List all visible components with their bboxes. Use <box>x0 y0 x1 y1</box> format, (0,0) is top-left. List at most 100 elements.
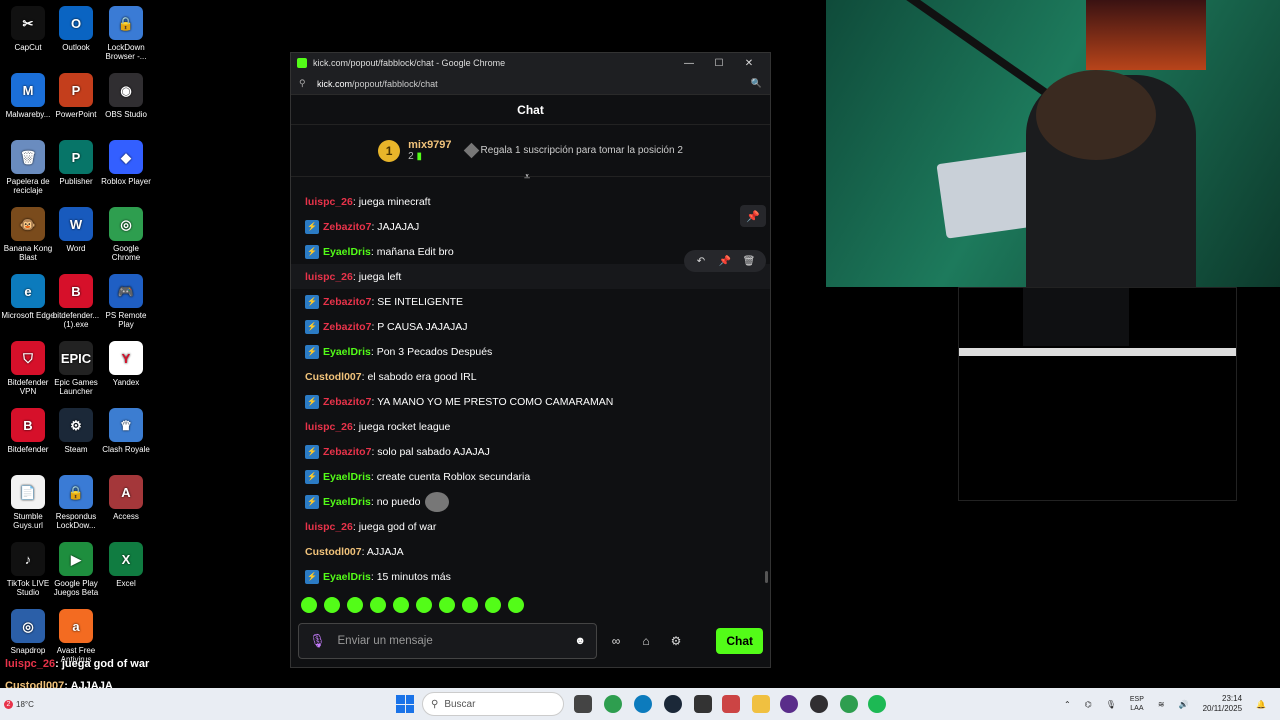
emote-icon[interactable] <box>324 597 340 613</box>
desktop-icon[interactable]: 🎮 PS Remote Play <box>98 274 154 329</box>
taskbar-search[interactable]: ⚲ Buscar <box>422 692 564 716</box>
chrome-icon[interactable] <box>604 695 622 713</box>
desktop-icon[interactable]: ⚙ Steam <box>48 408 104 454</box>
volume-icon[interactable]: 🔊 <box>1179 700 1189 709</box>
zoom-icon[interactable]: 🔍 <box>751 78 762 89</box>
chat-message[interactable]: ⚡ EyaelDris: 15 minutos más <box>291 564 770 589</box>
app-icon[interactable] <box>722 695 740 713</box>
file-explorer-icon[interactable] <box>752 695 770 713</box>
chat-username[interactable]: Zebazito7 <box>323 296 371 308</box>
desktop-icon[interactable]: ◎ Google Chrome <box>98 207 154 262</box>
desktop-icon[interactable]: X Excel <box>98 542 154 588</box>
emote-icon[interactable] <box>370 597 386 613</box>
desktop-icon[interactable]: W Word <box>48 207 104 253</box>
chat-username[interactable]: EyaelDris <box>323 571 371 583</box>
chat-username[interactable]: EyaelDris <box>323 471 371 483</box>
desktop-icon[interactable]: P PowerPoint <box>48 73 104 119</box>
weather-widget[interactable]: 2 18°C <box>4 699 34 709</box>
message-placeholder[interactable]: Enviar un mensaje <box>338 635 575 647</box>
chat-message[interactable]: ⚡ Zebazito7: YA MANO YO ME PRESTO COMO CA… <box>291 389 770 414</box>
scrollbar[interactable] <box>765 571 768 583</box>
desktop-icon[interactable]: ◉ OBS Studio <box>98 73 154 119</box>
send-chat-button[interactable]: Chat <box>716 628 763 654</box>
task-view-icon[interactable] <box>574 695 592 713</box>
leader-username[interactable]: mix9797 <box>408 139 451 151</box>
chat-username[interactable]: Zebazito7 <box>323 396 371 408</box>
chrome-icon[interactable] <box>840 695 858 713</box>
desktop-icon[interactable]: EPIC Epic Games Launcher <box>48 341 104 396</box>
chat-message[interactable]: Custodl007: AJJAJA <box>291 539 770 564</box>
chat-message[interactable]: ⚡ Zebazito7: P CAUSA JAJAJAJ <box>291 314 770 339</box>
chat-message[interactable]: ⚡ EyaelDris: create cuenta Roblox secunda… <box>291 464 770 489</box>
desktop-icon[interactable]: ▶ Google Play Juegos Beta <box>48 542 104 597</box>
message-input[interactable]: 🎙 Enviar un mensaje ☻ <box>298 623 597 659</box>
obs-icon[interactable] <box>810 695 828 713</box>
chat-username[interactable]: luispc_26 <box>305 421 353 433</box>
spotify-icon[interactable] <box>868 695 886 713</box>
start-button[interactable] <box>396 695 414 713</box>
chat-message[interactable]: luispc_26: juega rocket league <box>291 414 770 439</box>
emote-icon[interactable] <box>485 597 501 613</box>
emote-icon[interactable] <box>439 597 455 613</box>
pin-message-icon[interactable]: 📌 <box>714 253 736 269</box>
minimize-button[interactable]: — <box>674 58 704 69</box>
chat-username[interactable]: luispc_26 <box>305 196 353 208</box>
microphone-icon[interactable]: 🎙 <box>309 633 326 649</box>
app-icon[interactable] <box>694 695 712 713</box>
emote-icon[interactable] <box>347 597 363 613</box>
chat-username[interactable]: luispc_26 <box>305 271 353 283</box>
chat-username[interactable]: Zebazito7 <box>323 321 371 333</box>
maximize-button[interactable]: ☐ <box>704 58 734 69</box>
edge-icon[interactable] <box>634 695 652 713</box>
desktop-icon[interactable]: O Outlook <box>48 6 104 52</box>
emote-icon[interactable] <box>416 597 432 613</box>
microphone-icon[interactable]: 🎙 <box>1106 700 1116 709</box>
chat-username[interactable]: Zebazito7 <box>323 221 371 233</box>
chat-username[interactable]: EyaelDris <box>323 346 371 358</box>
chat-username[interactable]: EyaelDris <box>323 246 371 258</box>
language-indicator[interactable]: ESP LAA <box>1130 695 1144 713</box>
chat-message[interactable]: ⚡ EyaelDris: Pon 3 Pecados Después <box>291 339 770 364</box>
desktop-icon[interactable]: 🔒 LockDown Browser -... <box>98 6 154 61</box>
app-icon[interactable] <box>780 695 798 713</box>
chevron-up-icon[interactable]: ⌃ <box>1064 700 1071 709</box>
emote-icon[interactable] <box>508 597 524 613</box>
chat-username[interactable]: Zebazito7 <box>323 446 371 458</box>
collapse-leaderboard-icon[interactable]: ⩡ <box>524 171 530 184</box>
chat-message[interactable]: Custodl007: el sabodo era good IRL <box>291 364 770 389</box>
desktop-icon[interactable]: ◆ Roblox Player <box>98 140 154 186</box>
desktop-icon[interactable]: a Avast Free Antivirus <box>48 609 104 664</box>
desktop-icon[interactable]: Bbitdefender... (1).exe <box>48 274 104 329</box>
chat-message[interactable]: ⚡ Zebazito7: JAJAJAJ <box>291 214 770 239</box>
emoji-icon[interactable]: ☻ <box>574 635 586 647</box>
chat-message[interactable]: ⚡ Zebazito7: solo pal sabado AJAJAJ <box>291 439 770 464</box>
chat-message[interactable]: luispc_26: juega god of war <box>291 514 770 539</box>
bits-icon[interactable]: ∞ <box>605 634 627 648</box>
steam-icon[interactable] <box>664 695 682 713</box>
pin-icon[interactable]: 📌 <box>740 205 766 227</box>
store-icon[interactable]: ⌂ <box>635 634 657 648</box>
chat-message[interactable]: ⚡ EyaelDris: no puedo <box>291 489 770 514</box>
notifications-icon[interactable]: 🔔 <box>1256 700 1266 709</box>
reply-icon[interactable]: ↶ <box>690 253 712 269</box>
desktop-icon[interactable]: 🔒 Respondus LockDow... <box>48 475 104 530</box>
close-button[interactable]: ✕ <box>734 58 764 69</box>
chat-message[interactable]: luispc_26: juega minecraft <box>291 189 770 214</box>
gift-prompt[interactable]: Regala 1 suscripción para tomar la posic… <box>463 142 683 159</box>
chat-username[interactable]: EyaelDris <box>323 496 371 508</box>
emote-icon[interactable] <box>301 597 317 613</box>
desktop-icon[interactable]: A Access <box>98 475 154 521</box>
desktop-icon[interactable]: ♛ Clash Royale <box>98 408 154 454</box>
emote-icon[interactable] <box>393 597 409 613</box>
network-icon[interactable]: ⌬ <box>1085 700 1092 709</box>
chat-username[interactable]: Custodl007 <box>305 546 362 558</box>
chat-message[interactable]: ⚡ Zebazito7: SE INTELIGENTE <box>291 289 770 314</box>
emote-icon[interactable] <box>462 597 478 613</box>
wifi-icon[interactable]: ≋ <box>1158 700 1165 709</box>
clock[interactable]: 23:14 20/11/2025 <box>1203 694 1242 714</box>
url-text[interactable]: kick.com/popout/fabblock/chat <box>317 79 751 89</box>
chat-username[interactable]: Custodl007 <box>305 371 362 383</box>
address-bar[interactable]: ⚲ kick.com/popout/fabblock/chat 🔍 <box>291 73 770 95</box>
desktop-icon[interactable]: Y Yandex <box>98 341 154 387</box>
desktop-icon[interactable]: P Publisher <box>48 140 104 186</box>
